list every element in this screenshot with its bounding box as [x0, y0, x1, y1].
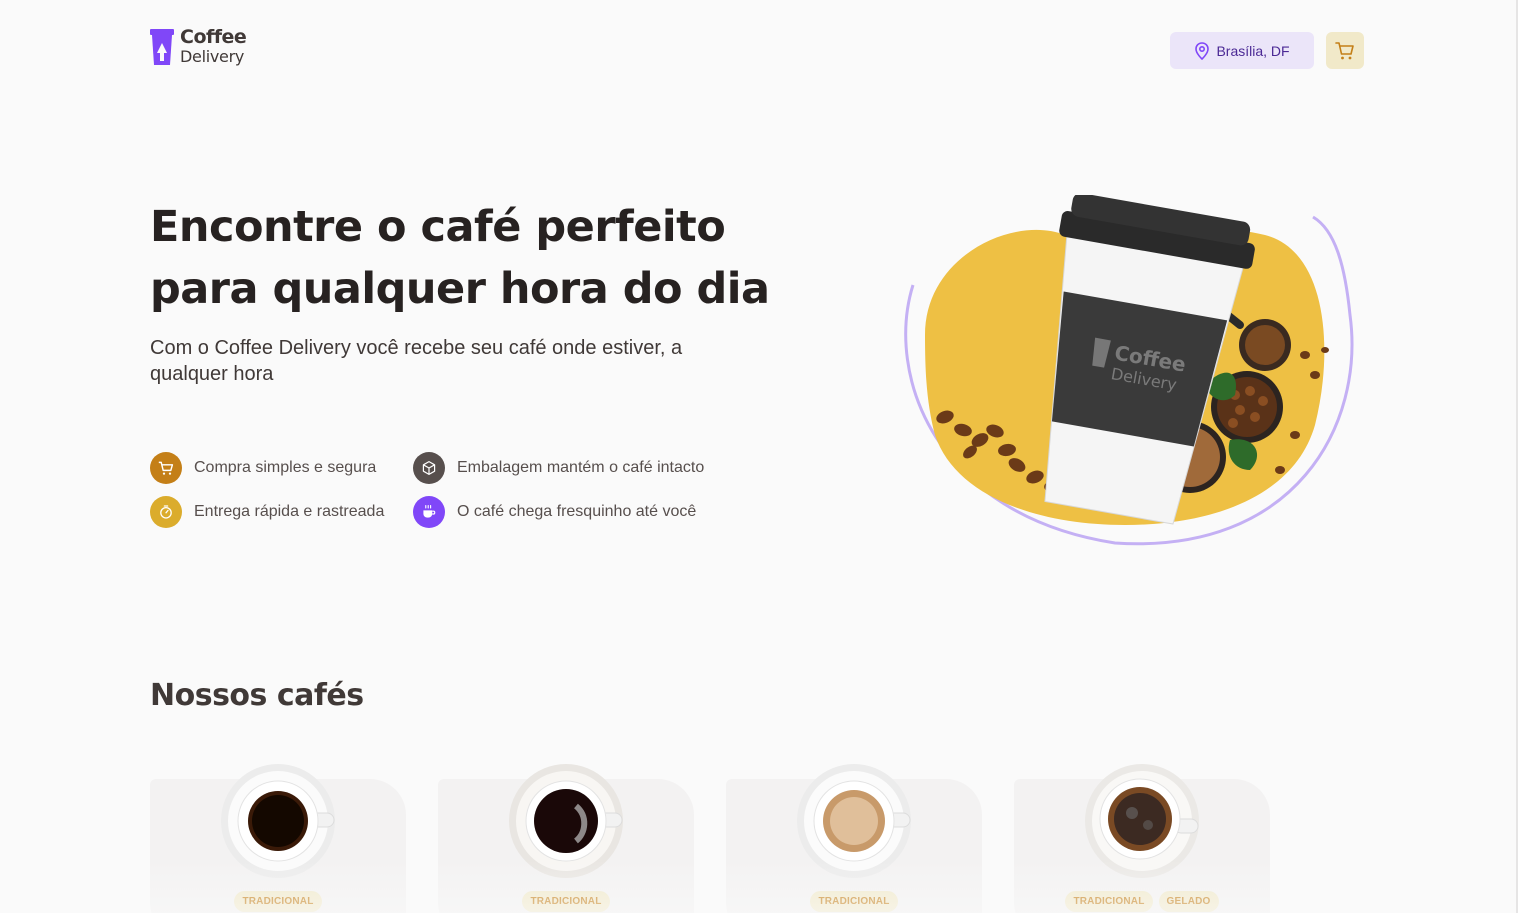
feature-purchase: Compra simples e segura: [150, 452, 376, 484]
coffee-tags: TRADICIONAL: [726, 891, 982, 912]
coffee-image-gelado: [1085, 764, 1199, 878]
hero-title: Encontre o café perfeito para qualquer h…: [150, 196, 770, 320]
hero-subtitle: Com o Coffee Delivery você recebe seu ca…: [150, 337, 683, 385]
tag-badge: TRADICIONAL: [1065, 891, 1153, 912]
tag-badge: TRADICIONAL: [234, 891, 322, 912]
tag-badge: GELADO: [1158, 891, 1219, 912]
shopping-cart-icon: [1335, 41, 1354, 59]
location-label: Brasília, DF: [1216, 42, 1290, 59]
coffee-image-americano: [509, 764, 623, 878]
hero-title-line-2: para qualquer hora do dia: [150, 264, 770, 314]
feature-packaging: Embalagem mantém o café intacto: [413, 452, 704, 484]
tag-badge: TRADICIONAL: [810, 891, 898, 912]
feature-delivery: Entrega rápida e rastreada: [150, 496, 384, 528]
coffee-tags: TRADICIONAL: [438, 891, 694, 912]
coffee-image-espresso: [221, 764, 335, 878]
coffee-tags: TRADICIONAL GELADO: [1014, 891, 1270, 912]
logo-word-delivery: Delivery: [180, 47, 245, 66]
feature-fresh: O café chega fresquinho até você: [413, 496, 696, 528]
timer-icon: [150, 496, 182, 528]
logo[interactable]: Coffee Delivery: [150, 26, 247, 67]
coffee-icon: [413, 496, 445, 528]
section-title: Nossos cafés: [150, 678, 364, 713]
package-icon: [413, 452, 445, 484]
hero-title-line-1: Encontre o café perfeito: [150, 202, 726, 252]
location-button[interactable]: Brasília, DF: [1170, 32, 1314, 69]
coffee-image-cremoso: [797, 764, 911, 878]
logo-word-coffee: Coffee: [180, 26, 247, 48]
map-pin-icon: [1195, 41, 1210, 60]
feature-label: Embalagem mantém o café intacto: [457, 459, 705, 476]
shopping-cart-icon: [150, 452, 182, 484]
feature-label: Entrega rápida e rastreada: [194, 503, 385, 520]
feature-label: O café chega fresquinho até você: [457, 503, 697, 520]
logo-cup-icon: [150, 29, 174, 65]
feature-label: Compra simples e segura: [194, 459, 377, 476]
coffee-tags: TRADICIONAL: [150, 891, 406, 912]
cart-button[interactable]: [1326, 32, 1364, 69]
hero-coffee-illustration: Coffee Delivery: [904, 195, 1354, 546]
tag-badge: TRADICIONAL: [522, 891, 610, 912]
